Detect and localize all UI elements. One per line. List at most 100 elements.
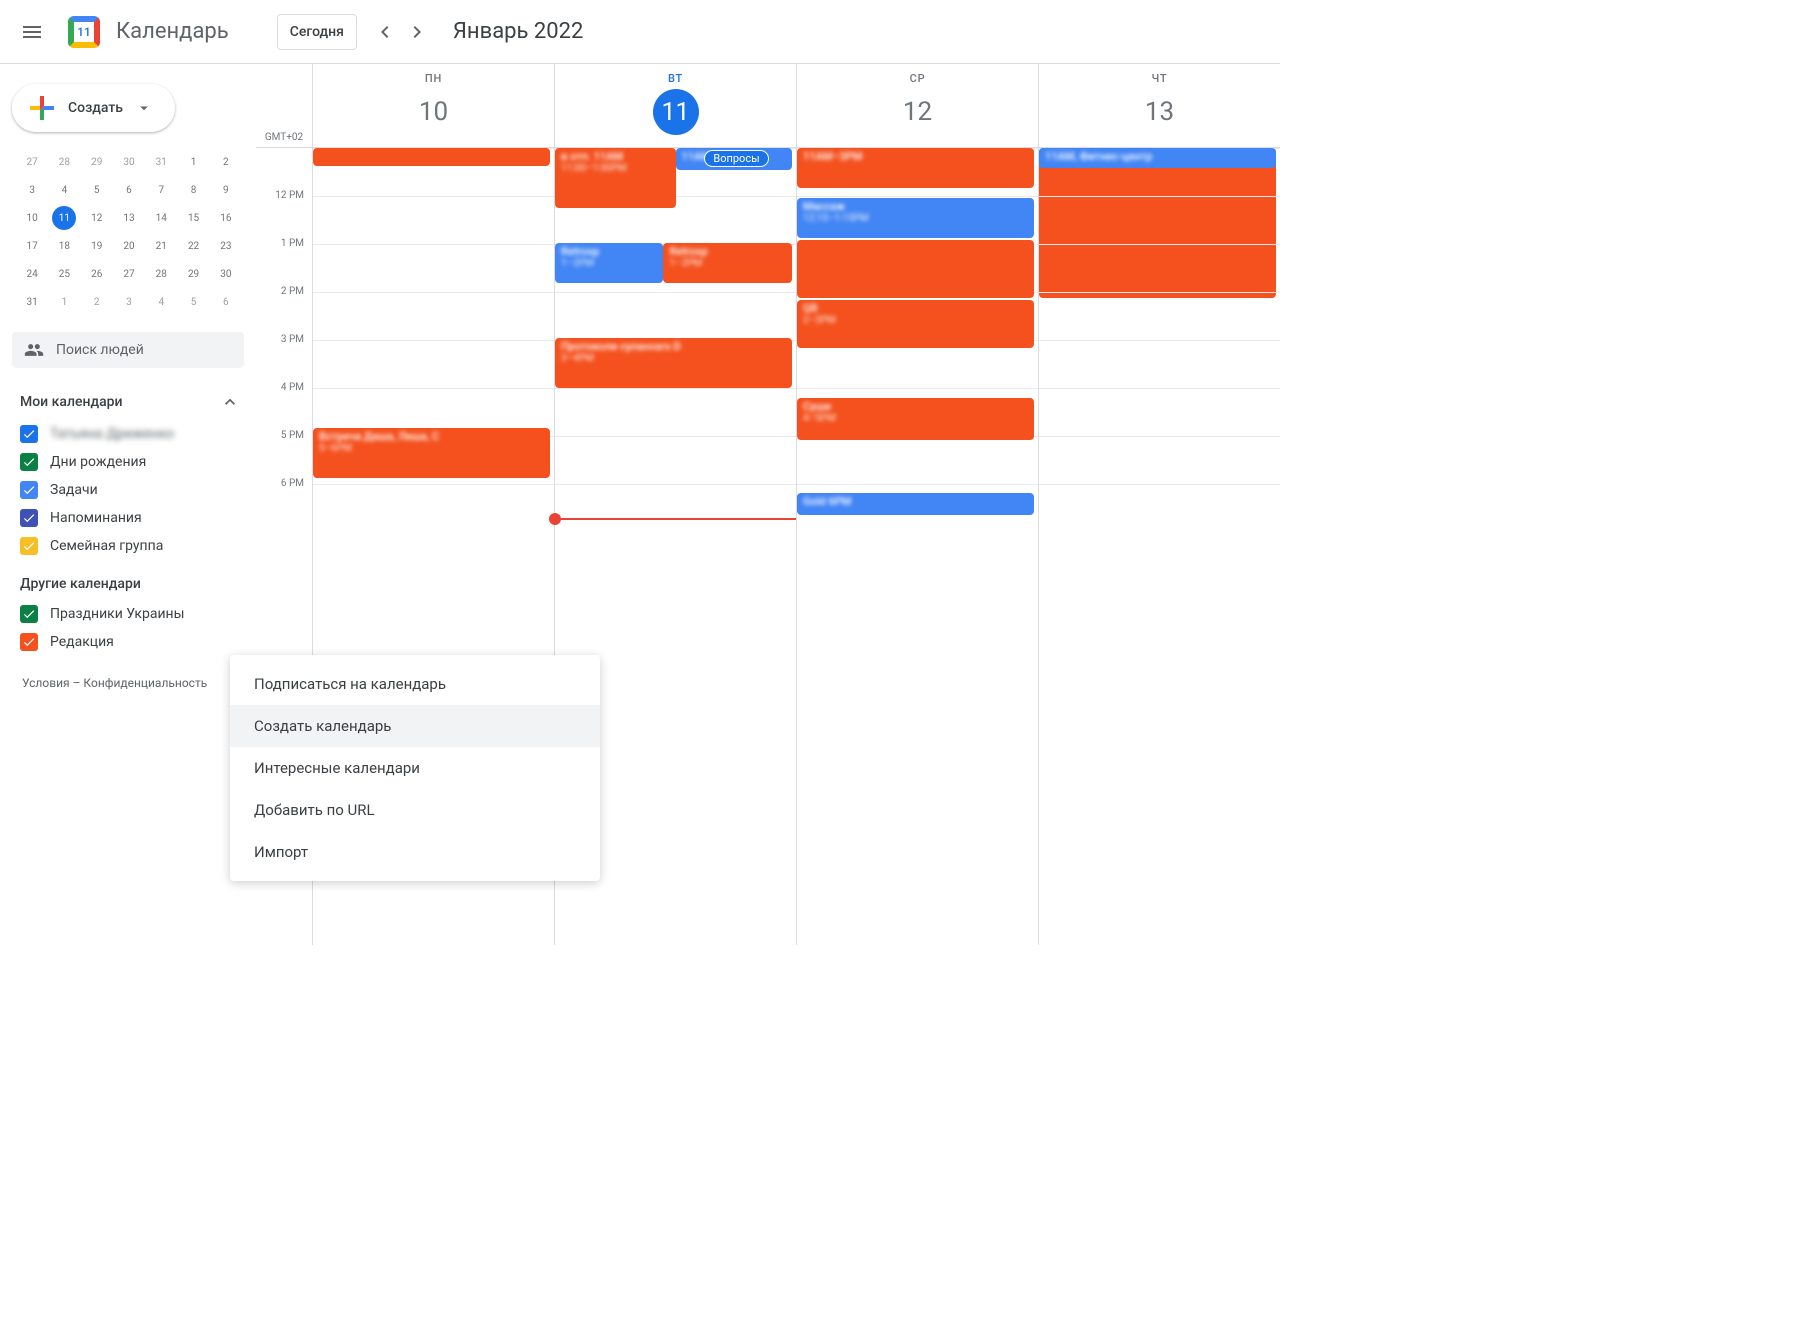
mini-cal-day[interactable]: 31 bbox=[20, 290, 44, 314]
checkbox-icon[interactable] bbox=[20, 509, 38, 527]
mini-cal-day[interactable]: 31 bbox=[149, 150, 173, 174]
app-logo[interactable]: 11 Календарь bbox=[56, 12, 229, 52]
privacy-link[interactable]: Конфиденциальность bbox=[83, 676, 207, 690]
context-menu-item[interactable]: Добавить по URL bbox=[230, 789, 600, 831]
context-menu-item[interactable]: Интересные календари bbox=[230, 747, 600, 789]
checkbox-icon[interactable] bbox=[20, 425, 38, 443]
calendar-event[interactable]: Gold 6PM bbox=[797, 493, 1034, 515]
event-title: Встреча Даша, Леша, С bbox=[319, 430, 544, 443]
calendar-event[interactable] bbox=[797, 240, 1034, 298]
calendar-item[interactable]: Задачи bbox=[16, 476, 248, 504]
mini-cal-day[interactable]: 21 bbox=[149, 234, 173, 258]
mini-cal-day[interactable]: 6 bbox=[214, 290, 238, 314]
day-header[interactable]: ПН10 bbox=[312, 64, 554, 147]
mini-cal-day[interactable]: 4 bbox=[52, 178, 76, 202]
mini-cal-day[interactable]: 17 bbox=[20, 234, 44, 258]
mini-cal-day[interactable]: 3 bbox=[20, 178, 44, 202]
mini-cal-day[interactable]: 29 bbox=[85, 150, 109, 174]
context-menu-item[interactable]: Подписаться на календарь bbox=[230, 663, 600, 705]
prev-period-button[interactable] bbox=[369, 16, 401, 48]
mini-cal-day[interactable]: 16 bbox=[214, 206, 238, 230]
calendar-event[interactable]: Массаж12:15–1:15PM bbox=[797, 198, 1034, 238]
main-menu-button[interactable] bbox=[8, 8, 56, 56]
create-button[interactable]: Создать bbox=[12, 84, 175, 132]
calendar-event[interactable]: Retrosp1–2PM bbox=[663, 243, 792, 283]
day-header[interactable]: ЧТ13 bbox=[1038, 64, 1280, 147]
calendar-event[interactable]: Суши4–5PM bbox=[797, 398, 1034, 440]
mini-cal-day[interactable]: 29 bbox=[182, 262, 206, 286]
calendar-item[interactable]: Праздники Украины bbox=[16, 600, 248, 628]
mini-cal-day[interactable]: 8 bbox=[182, 178, 206, 202]
calendar-item[interactable]: Семейная группа bbox=[16, 532, 248, 560]
mini-cal-day[interactable]: 3 bbox=[117, 290, 141, 314]
mini-cal-day[interactable]: 14 bbox=[149, 206, 173, 230]
mini-cal-day[interactable]: 2 bbox=[214, 150, 238, 174]
mini-cal-day[interactable]: 18 bbox=[52, 234, 76, 258]
my-calendars-header[interactable]: Мои календари bbox=[8, 384, 256, 420]
event-time: 11:00–1:00PM bbox=[561, 163, 670, 174]
calendar-item[interactable]: Татьяна Дриженко bbox=[16, 420, 248, 448]
calendar-event[interactable]: Протоколи суланvarо D3–4PM bbox=[555, 338, 792, 388]
calendar-event[interactable]: в отп. 11AM11:00–1:00PM bbox=[555, 148, 676, 208]
mini-cal-day[interactable]: 30 bbox=[214, 262, 238, 286]
mini-cal-day[interactable]: 2 bbox=[85, 290, 109, 314]
mini-cal-day[interactable]: 11 bbox=[52, 206, 76, 230]
mini-cal-day[interactable]: 28 bbox=[149, 262, 173, 286]
day-column[interactable]: 11AM–3PM Массаж12:15–1:15PM QR2–3PM Суши4–5… bbox=[796, 148, 1038, 945]
mini-cal-day[interactable]: 6 bbox=[117, 178, 141, 202]
mini-cal-day[interactable]: 10 bbox=[20, 206, 44, 230]
today-button[interactable]: Сегодня bbox=[277, 14, 357, 50]
mini-cal-day[interactable]: 19 bbox=[85, 234, 109, 258]
checkbox-icon[interactable] bbox=[20, 605, 38, 623]
checkbox-icon[interactable] bbox=[20, 453, 38, 471]
day-column[interactable]: 11AM, Фитнес-центр bbox=[1038, 148, 1280, 945]
calendar-item[interactable]: Дни рождения bbox=[16, 448, 248, 476]
hour-label: 3 PM bbox=[256, 334, 312, 382]
calendar-event[interactable] bbox=[1039, 148, 1276, 298]
checkbox-icon[interactable] bbox=[20, 537, 38, 555]
mini-cal-day[interactable]: 7 bbox=[149, 178, 173, 202]
mini-cal-day[interactable]: 27 bbox=[20, 150, 44, 174]
mini-cal-day[interactable]: 5 bbox=[182, 290, 206, 314]
mini-cal-day[interactable]: 28 bbox=[52, 150, 76, 174]
hour-label: 5 PM bbox=[256, 430, 312, 478]
search-people-input[interactable]: Поиск людей bbox=[12, 332, 244, 368]
mini-cal-day[interactable]: 9 bbox=[214, 178, 238, 202]
calendar-item[interactable]: Напоминания bbox=[16, 504, 248, 532]
calendar-event[interactable]: Встреча Даша, Леша, С5–6PM bbox=[313, 428, 550, 478]
event-chip[interactable]: Вопросы bbox=[704, 150, 768, 167]
calendar-event[interactable]: 11AM–3PM bbox=[797, 148, 1034, 188]
checkbox-icon[interactable] bbox=[20, 481, 38, 499]
mini-cal-day[interactable]: 12 bbox=[85, 206, 109, 230]
mini-calendar[interactable]: 2728293031123456789101112131415161718192… bbox=[8, 148, 256, 316]
mini-cal-day[interactable]: 4 bbox=[149, 290, 173, 314]
mini-cal-day[interactable]: 26 bbox=[85, 262, 109, 286]
context-menu-item[interactable]: Импорт bbox=[230, 831, 600, 873]
calendar-event[interactable] bbox=[313, 148, 550, 166]
checkbox-icon[interactable] bbox=[20, 633, 38, 651]
day-header[interactable]: ВТ11 bbox=[554, 64, 796, 147]
calendar-event[interactable]: Retrosp1–2PM bbox=[555, 243, 663, 283]
next-period-button[interactable] bbox=[401, 16, 433, 48]
mini-cal-day[interactable]: 13 bbox=[117, 206, 141, 230]
other-calendars-header[interactable]: Другие календари bbox=[8, 568, 256, 600]
event-time: 1–2PM bbox=[561, 258, 657, 269]
mini-cal-day[interactable]: 30 bbox=[117, 150, 141, 174]
mini-cal-day[interactable]: 25 bbox=[52, 262, 76, 286]
mini-cal-day[interactable]: 5 bbox=[85, 178, 109, 202]
mini-cal-day[interactable]: 23 bbox=[214, 234, 238, 258]
calendar-item[interactable]: Редакция bbox=[16, 628, 248, 656]
hamburger-icon bbox=[20, 20, 44, 44]
mini-cal-day[interactable]: 20 bbox=[117, 234, 141, 258]
context-menu-item[interactable]: Создать календарь bbox=[230, 705, 600, 747]
mini-cal-day[interactable]: 24 bbox=[20, 262, 44, 286]
mini-cal-day[interactable]: 1 bbox=[52, 290, 76, 314]
calendar-event[interactable]: 11AM, Фитнес-центр bbox=[1039, 148, 1276, 168]
mini-cal-day[interactable]: 1 bbox=[182, 150, 206, 174]
mini-cal-day[interactable]: 22 bbox=[182, 234, 206, 258]
terms-link[interactable]: Условия bbox=[22, 676, 70, 690]
mini-cal-day[interactable]: 27 bbox=[117, 262, 141, 286]
calendar-event[interactable]: QR2–3PM bbox=[797, 300, 1034, 348]
day-header[interactable]: СР12 bbox=[796, 64, 1038, 147]
mini-cal-day[interactable]: 15 bbox=[182, 206, 206, 230]
